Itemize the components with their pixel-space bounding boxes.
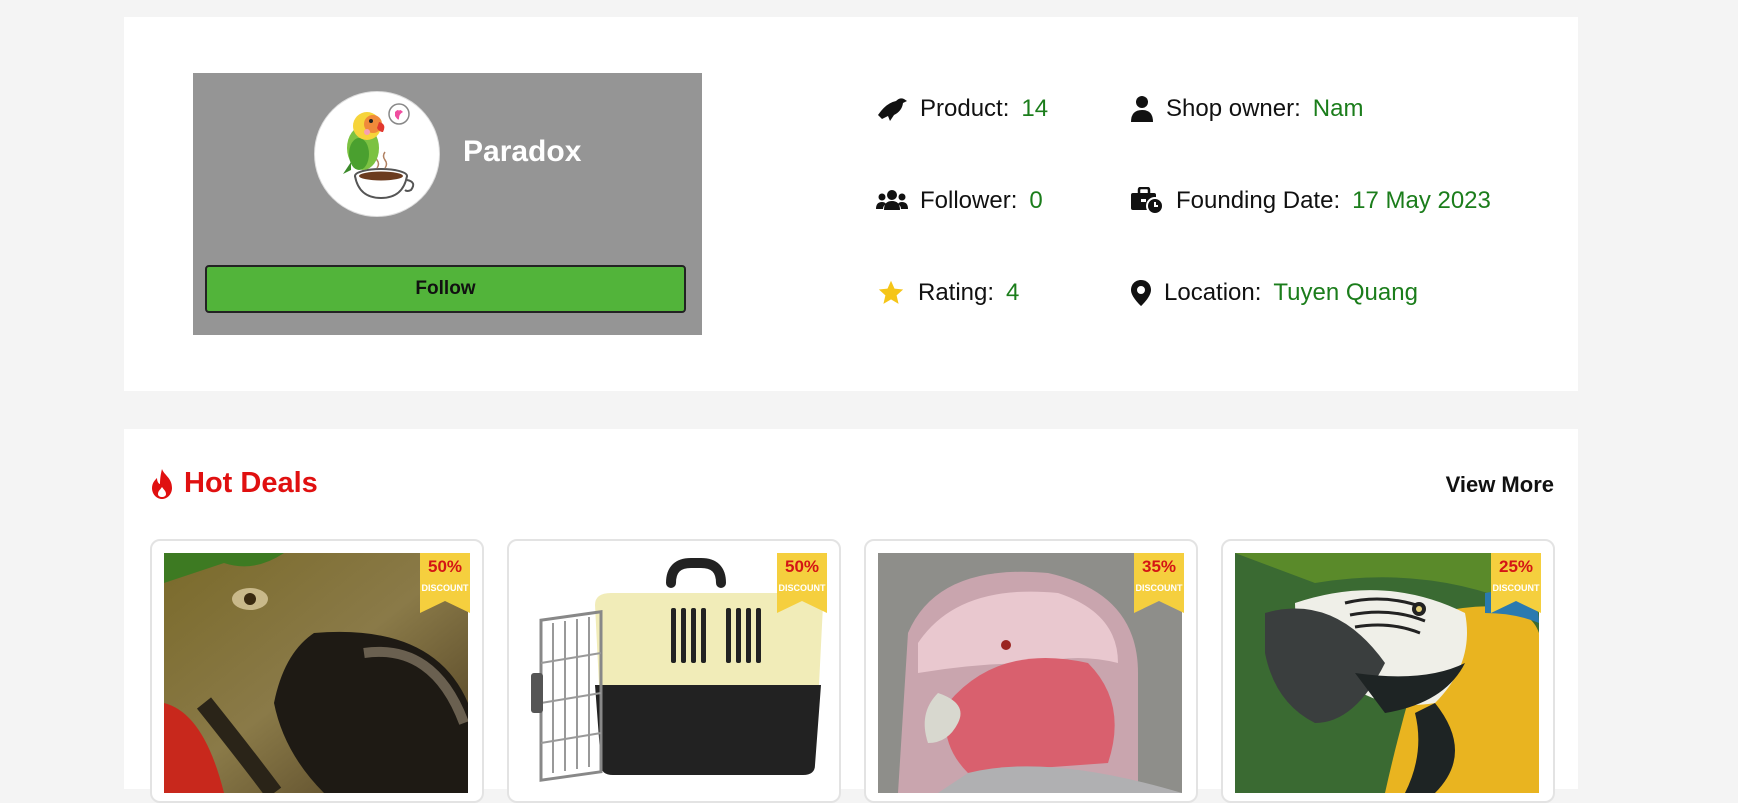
hot-deals-panel: Hot Deals View More 50% DISCOUNT 50% DIS… bbox=[124, 429, 1578, 803]
stat-value: 14 bbox=[1021, 95, 1049, 122]
discount-label: DISCOUNT bbox=[1492, 583, 1540, 593]
stat-label: Follower: bbox=[920, 187, 1018, 214]
discount-percent: 50% bbox=[427, 557, 463, 576]
shop-card: Paradox Follow bbox=[193, 73, 702, 335]
shop-name: Paradox bbox=[463, 135, 582, 168]
stat-label: Rating: bbox=[918, 279, 995, 306]
follow-button[interactable]: Follow bbox=[205, 265, 686, 313]
stat-founding-date: Founding Date: 17 May 2023 bbox=[1130, 187, 1491, 215]
user-icon bbox=[1130, 95, 1154, 123]
map-pin-icon bbox=[1130, 279, 1152, 307]
discount-label: DISCOUNT bbox=[1135, 583, 1183, 593]
stat-value: 4 bbox=[1006, 279, 1020, 306]
stat-follower: Follower: 0 bbox=[876, 187, 1043, 215]
users-icon bbox=[876, 188, 908, 214]
discount-percent: 50% bbox=[784, 557, 820, 576]
stat-label: Location: bbox=[1164, 279, 1262, 306]
stat-value: 0 bbox=[1029, 187, 1043, 214]
discount-percent: 35% bbox=[1141, 557, 1177, 576]
stat-rating: Rating: 4 bbox=[876, 279, 1019, 307]
stat-label: Product: bbox=[920, 95, 1010, 122]
briefcase-clock-icon bbox=[1130, 187, 1164, 215]
stat-value: 17 May 2023 bbox=[1352, 187, 1491, 214]
deal-card[interactable]: 35% DISCOUNT bbox=[864, 539, 1198, 803]
stat-label: Founding Date: bbox=[1176, 187, 1341, 214]
star-icon bbox=[876, 279, 906, 307]
fire-icon bbox=[148, 468, 176, 500]
stat-product: Product: 14 bbox=[876, 95, 1048, 123]
parrot-coffee-logo bbox=[343, 103, 415, 200]
deal-card[interactable]: 25% DISCOUNT bbox=[1221, 539, 1555, 803]
stat-shop-owner: Shop owner: Nam bbox=[1130, 95, 1363, 123]
shop-info-panel: Paradox Follow Product: 14 Follower: 0 R… bbox=[124, 17, 1578, 391]
discount-label: DISCOUNT bbox=[778, 583, 826, 593]
view-more-link[interactable]: View More bbox=[1446, 472, 1554, 498]
hot-deals-title: Hot Deals bbox=[148, 467, 318, 500]
stat-value: Nam bbox=[1312, 95, 1364, 122]
stat-label: Shop owner: bbox=[1166, 95, 1301, 122]
shop-avatar[interactable] bbox=[314, 91, 440, 217]
stat-value: Tuyen Quang bbox=[1273, 279, 1418, 306]
hot-deals-label: Hot Deals bbox=[184, 467, 318, 499]
deal-card[interactable]: 50% DISCOUNT bbox=[150, 539, 484, 803]
discount-percent: 25% bbox=[1498, 557, 1534, 576]
discount-label: DISCOUNT bbox=[421, 583, 469, 593]
stat-location: Location: Tuyen Quang bbox=[1130, 279, 1418, 307]
deal-card[interactable]: 50% DISCOUNT bbox=[507, 539, 841, 803]
bird-icon bbox=[876, 95, 908, 123]
